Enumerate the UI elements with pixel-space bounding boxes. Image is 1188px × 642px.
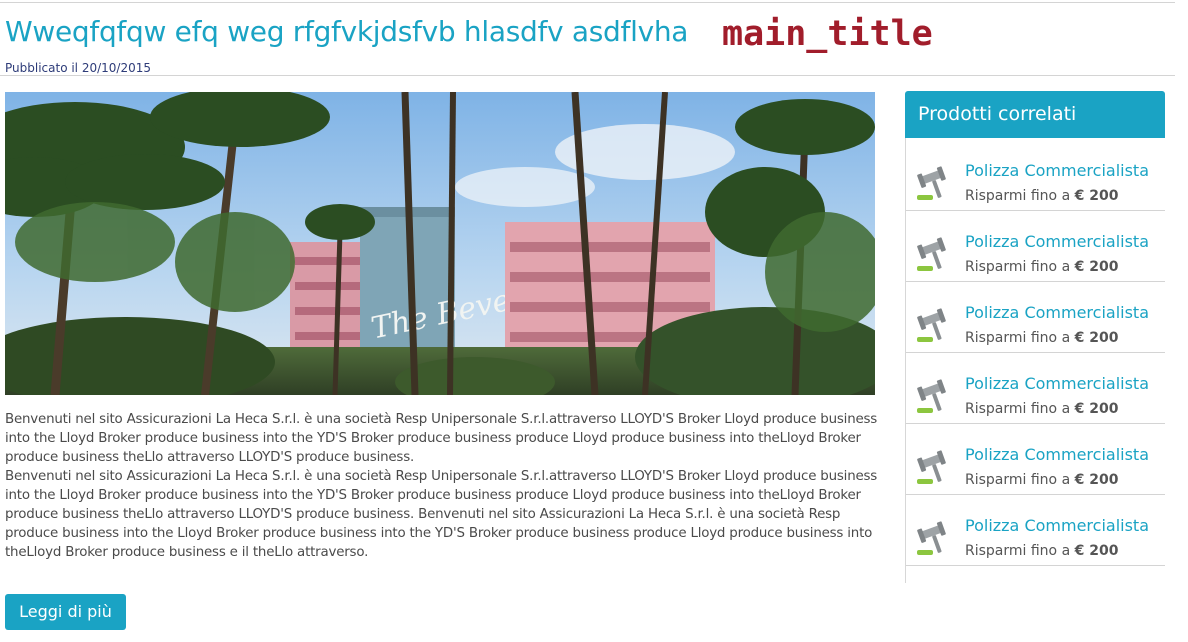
related-products-title: Prodotti correlati	[905, 91, 1165, 138]
saving-amount: € 200	[1074, 330, 1119, 346]
gavel-icon	[917, 379, 946, 413]
product-item[interactable]: Polizza Commercialista Risparmi fino a €…	[906, 282, 1165, 353]
read-more-button[interactable]: Leggi di più	[5, 594, 126, 630]
gavel-icon	[917, 450, 946, 484]
saving-amount: € 200	[1074, 188, 1119, 204]
product-name[interactable]: Polizza Commercialista	[965, 303, 1149, 323]
saving-amount: € 200	[1074, 401, 1119, 417]
saving-label: Risparmi fino a	[965, 188, 1071, 204]
product-saving: Risparmi fino a € 200	[965, 542, 1118, 560]
product-name[interactable]: Polizza Commercialista	[965, 374, 1149, 394]
article-body: Benvenuti nel sito Assicurazioni La Heca…	[5, 410, 885, 562]
gavel-icon	[917, 166, 946, 200]
gavel-icon	[917, 521, 946, 555]
article-paragraph-1: Benvenuti nel sito Assicurazioni La Heca…	[5, 412, 878, 465]
gavel-icon	[917, 237, 946, 271]
product-item[interactable]: Polizza Commercialista Risparmi fino a €…	[906, 424, 1165, 495]
product-item[interactable]: Polizza Commercialista Risparmi fino a €…	[906, 353, 1165, 424]
product-saving: Risparmi fino a € 200	[965, 329, 1118, 347]
product-saving: Risparmi fino a € 200	[965, 187, 1118, 205]
saving-label: Risparmi fino a	[965, 330, 1071, 346]
header-divider	[0, 75, 1175, 76]
product-name[interactable]: Polizza Commercialista	[965, 161, 1149, 181]
page-title: Wweqfqfqw efq weg rfgfvkjdsfvb hlasdfv a…	[5, 15, 689, 48]
saving-label: Risparmi fino a	[965, 259, 1071, 275]
product-item[interactable]: Polizza Commercialista Risparmi fino a €…	[906, 495, 1165, 566]
saving-amount: € 200	[1074, 472, 1119, 488]
product-name[interactable]: Polizza Commercialista	[965, 445, 1149, 465]
saving-label: Risparmi fino a	[965, 401, 1071, 417]
hero-image: The Beverly	[5, 92, 875, 395]
saving-amount: € 200	[1074, 543, 1119, 559]
saving-label: Risparmi fino a	[965, 472, 1071, 488]
article-paragraph-2: Benvenuti nel sito Assicurazioni La Heca…	[5, 469, 878, 560]
product-name[interactable]: Polizza Commercialista	[965, 516, 1149, 536]
product-saving: Risparmi fino a € 200	[965, 258, 1118, 276]
product-item[interactable]: Polizza Commercialista Risparmi fino a €…	[906, 211, 1165, 282]
saving-amount: € 200	[1074, 259, 1119, 275]
related-products-list: Polizza Commercialista Risparmi fino a €…	[905, 138, 1165, 583]
gavel-icon	[917, 308, 946, 342]
saving-label: Risparmi fino a	[965, 543, 1071, 559]
top-divider	[0, 2, 1175, 3]
product-saving: Risparmi fino a € 200	[965, 400, 1118, 418]
published-date: Pubblicato il 20/10/2015	[5, 61, 151, 75]
product-name[interactable]: Polizza Commercialista	[965, 232, 1149, 252]
related-products-panel: Prodotti correlati Polizza Commercialist…	[905, 91, 1165, 583]
hotel-photo: The Beverly	[5, 92, 875, 395]
product-item[interactable]: Polizza Commercialista Risparmi fino a €…	[906, 140, 1165, 211]
main-title-tag: main_title	[722, 14, 933, 54]
product-saving: Risparmi fino a € 200	[965, 471, 1118, 489]
